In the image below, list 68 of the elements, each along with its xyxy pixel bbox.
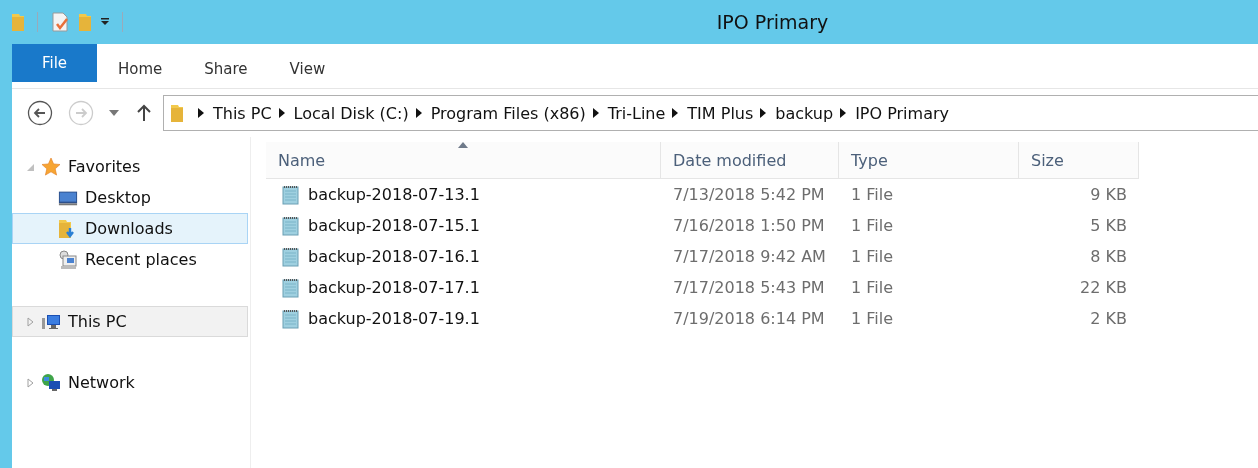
type-cell-text: 1 File [850, 309, 895, 328]
size-cell-text: 8 KB [1089, 247, 1128, 266]
breadcrumb-item[interactable]: Program Files (x86) [430, 103, 586, 123]
chevron-icon[interactable] [840, 108, 847, 118]
file-name[interactable]: backup-2018-07-16.1 [308, 247, 480, 266]
breadcrumb-item[interactable]: Local Disk (C:) [293, 103, 409, 123]
nav-label: Favorites [68, 157, 141, 176]
type-cell-text: 1 File [850, 185, 895, 204]
column-header[interactable]: Type [839, 142, 1019, 178]
column-header[interactable]: Size [1019, 142, 1139, 178]
file-name[interactable]: backup-2018-07-17.1 [308, 278, 480, 297]
up-arrow-icon[interactable] [137, 104, 151, 122]
nav-item[interactable]: Network [12, 367, 248, 398]
chevron-icon[interactable] [198, 108, 204, 118]
size-cell-text: 5 KB [1089, 216, 1128, 235]
nav-label: Network [68, 373, 135, 392]
chevron-icon[interactable] [672, 108, 679, 118]
notepad-file-icon [281, 246, 299, 267]
nav-item[interactable]: Favorites [12, 151, 248, 182]
chevron-icon[interactable] [415, 108, 422, 118]
type-cell-text: 1 File [850, 247, 895, 266]
size-cell-text: 9 KB [1089, 185, 1128, 204]
breadcrumb-item[interactable]: This PC [213, 103, 272, 123]
type-cell-text: 1 File [850, 278, 895, 297]
chevron-icon[interactable] [592, 108, 599, 118]
ribbon-tab[interactable]: File [12, 44, 97, 82]
column-header[interactable]: Date modified [661, 142, 839, 178]
nav-item[interactable]: Downloads [12, 213, 248, 244]
star-icon [41, 156, 61, 177]
date-cell-text: 7/19/2018 6:14 PM [672, 309, 826, 328]
address-bar[interactable]: This PC Local Disk (C:) Program Files (x86) Tri-Line TIM Plus backup IPO Primary [163, 95, 1258, 131]
breadcrumb-item[interactable]: IPO Primary [855, 103, 949, 123]
type-cell-text: 1 File [850, 216, 895, 235]
sort-arrow-icon [458, 142, 468, 148]
breadcrumb-item[interactable]: backup [775, 103, 834, 123]
chevron-icon[interactable] [760, 108, 767, 118]
notepad-file-icon [281, 184, 299, 205]
network-icon [41, 372, 61, 393]
date-cell-text: 7/17/2018 5:43 PM [672, 278, 826, 297]
nav-item[interactable]: Recent places [12, 244, 248, 275]
properties-icon[interactable] [50, 12, 70, 32]
date-cell-text: 7/17/2018 9:42 AM [672, 247, 827, 266]
recent-locations-dropdown-icon[interactable] [109, 110, 119, 116]
recent-places-icon [58, 249, 78, 270]
size-cell-text: 2 KB [1089, 309, 1128, 328]
notepad-file-icon [281, 215, 299, 236]
nav-label: Downloads [85, 219, 173, 238]
nav-label: Desktop [85, 188, 151, 207]
file-name[interactable]: backup-2018-07-13.1 [308, 185, 480, 204]
back-button[interactable] [27, 100, 53, 126]
nav-label: This PC [68, 312, 127, 331]
nav-item[interactable]: Desktop [12, 182, 248, 213]
date-cell-text: 7/13/2018 5:42 PM [672, 185, 826, 204]
nav-item[interactable]: This PC [12, 306, 248, 337]
customize-dropdown-icon[interactable] [100, 17, 110, 27]
file-name[interactable]: backup-2018-07-19.1 [308, 309, 480, 328]
file-name[interactable]: backup-2018-07-15.1 [308, 216, 480, 235]
size-cell-text: 22 KB [1079, 278, 1128, 297]
notepad-file-icon [281, 308, 299, 329]
folder-icon [170, 103, 184, 123]
nav-label: Recent places [85, 250, 197, 269]
column-header[interactable]: Name [266, 142, 661, 178]
breadcrumb-item[interactable]: Tri-Line [607, 103, 666, 123]
date-cell-text: 7/16/2018 1:50 PM [672, 216, 826, 235]
window-title: IPO Primary [715, 11, 830, 33]
notepad-file-icon [281, 277, 299, 298]
breadcrumb-item[interactable]: TIM Plus [687, 103, 754, 123]
chevron-icon[interactable] [278, 108, 285, 118]
